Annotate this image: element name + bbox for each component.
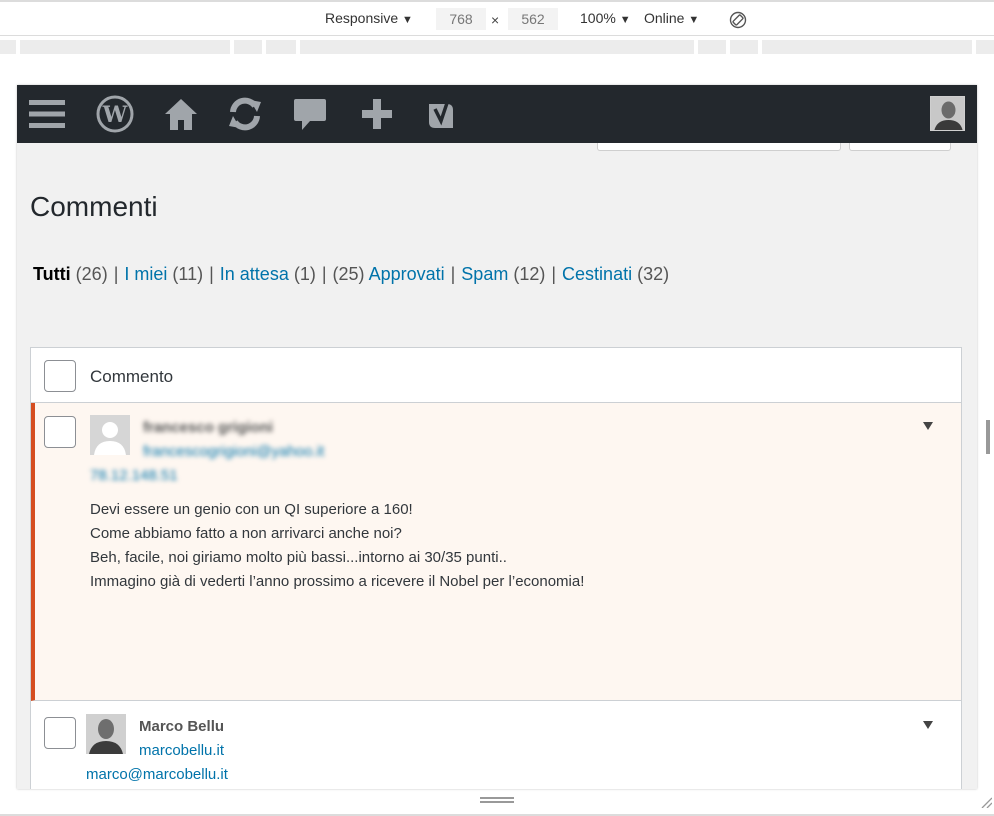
filter-separator: |: [450, 264, 456, 284]
zoom-select[interactable]: 100% ▼: [580, 10, 631, 26]
comment-author-name: francesco grigioni: [143, 419, 274, 436]
comment-author-email[interactable]: francescogrigioni@yahoo.it: [143, 443, 324, 460]
menu-icon[interactable]: [27, 94, 67, 134]
comment-author-ip[interactable]: 78.12.148.51: [90, 467, 178, 484]
rotate-icon[interactable]: [729, 11, 747, 29]
filter-all[interactable]: Tutti (26): [33, 264, 108, 284]
dimension-separator: ×: [491, 12, 500, 28]
updates-icon[interactable]: [225, 94, 265, 134]
search-button-edge: [849, 143, 951, 151]
device-viewport: W Commenti Tutti (26) | I miei (11) | In…: [17, 85, 977, 789]
column-header-comment: Commento: [90, 367, 174, 386]
comment-line: Beh, facile, noi giriamo molto più bassi…: [90, 549, 507, 566]
filter-separator: |: [209, 264, 214, 284]
media-query-ruler: [0, 38, 994, 56]
toggle-row-arrow-icon[interactable]: [923, 721, 933, 729]
filter-approved[interactable]: (25) Approvati: [333, 264, 445, 284]
wp-admin-bar: W: [17, 85, 977, 143]
resize-corner-icon[interactable]: [980, 796, 992, 808]
viewport-height-input[interactable]: 562: [508, 8, 558, 30]
filter-mine[interactable]: I miei (11): [124, 264, 203, 284]
comment-author-email[interactable]: marco@marcobellu.it: [86, 766, 228, 783]
row-checkbox[interactable]: [44, 717, 76, 749]
table-row: Marco Bellu marcobellu.it marco@marcobel…: [31, 702, 961, 789]
page-title: Commenti: [30, 191, 158, 222]
wordpress-icon[interactable]: W: [95, 94, 135, 134]
resize-width-handle[interactable]: [986, 420, 990, 454]
filter-spam[interactable]: Spam (12): [461, 264, 545, 284]
avatar: [90, 415, 130, 455]
comments-table: Commento francesco grigioni francescogri…: [30, 347, 962, 789]
svg-text:W: W: [102, 102, 128, 128]
toggle-row-arrow-icon[interactable]: [923, 422, 933, 430]
device-select[interactable]: Responsive ▼: [325, 10, 413, 26]
new-content-icon[interactable]: [357, 94, 397, 134]
filter-separator: |: [321, 264, 327, 284]
filter-separator: |: [551, 264, 557, 284]
resize-height-handle[interactable]: [480, 797, 514, 803]
yoast-icon[interactable]: [421, 94, 461, 134]
row-checkbox[interactable]: [44, 416, 76, 448]
user-avatar[interactable]: [930, 96, 965, 131]
select-all-checkbox[interactable]: [44, 360, 76, 392]
comment-line: Devi essere un genio con un QI superiore…: [90, 501, 413, 518]
avatar: [86, 714, 126, 754]
comment-text: Devi essere un genio con un QI superiore…: [90, 498, 584, 594]
network-throttle-select[interactable]: Online ▼: [644, 10, 699, 26]
comment-line: Immagino già di vederti l’anno prossimo …: [90, 573, 585, 590]
device-toolbar: Responsive ▼ 768 × 562 100% ▼ Online ▼: [0, 0, 994, 36]
comment-line: Come abbiamo fatto a non arrivarci anche…: [90, 525, 402, 542]
search-input-edge: [597, 143, 841, 151]
filter-pending[interactable]: In attesa (1): [220, 264, 316, 284]
filter-trash[interactable]: Cestinati (32): [562, 264, 669, 284]
comment-author-name: Marco Bellu: [139, 718, 225, 735]
table-row: francesco grigioni francescogrigioni@yah…: [31, 403, 961, 701]
viewport-width-input[interactable]: 768: [436, 8, 486, 30]
table-header: Commento: [31, 348, 961, 403]
filter-separator: |: [113, 264, 119, 284]
comment-status-filters: Tutti (26) | I miei (11) | In attesa (1) | (25…: [33, 264, 669, 285]
comments-icon[interactable]: [290, 94, 330, 134]
comment-author-url[interactable]: marcobellu.it: [139, 742, 224, 759]
home-icon[interactable]: [161, 94, 201, 134]
